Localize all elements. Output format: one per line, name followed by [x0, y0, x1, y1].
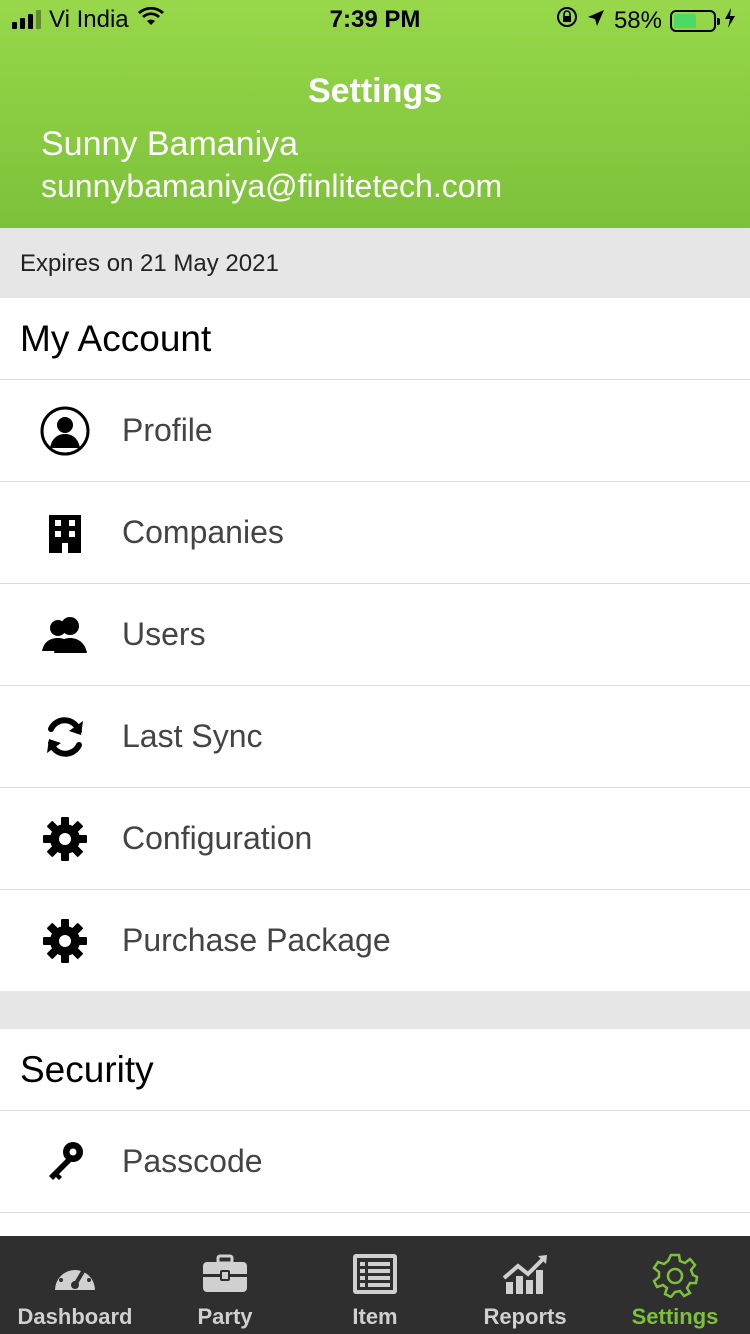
gear-icon: [0, 788, 122, 890]
tab-party[interactable]: Party: [150, 1236, 300, 1334]
gear-icon: [0, 890, 122, 992]
section-my-account-title: My Account: [0, 298, 750, 380]
row-configuration[interactable]: Configuration: [0, 788, 750, 890]
key-icon: [0, 1111, 122, 1213]
user-email: sunnybamaniya@finlitetech.com: [41, 168, 503, 204]
settings-header: Vi India 7:39 PM 58% Settings Sunny Bama…: [0, 0, 750, 228]
row-label: Passcode: [122, 1143, 263, 1179]
tab-label: Settings: [631, 1304, 719, 1329]
row-label: Last Sync: [122, 718, 263, 754]
row-profile[interactable]: Profile: [0, 380, 750, 482]
row-last-sync[interactable]: Last Sync: [0, 686, 750, 788]
bottom-tab-bar: Dashboard Party Item Reports Settings: [0, 1236, 750, 1334]
tab-settings[interactable]: Settings: [600, 1236, 750, 1334]
status-right: 58%: [556, 6, 736, 35]
row-label: Purchase Package: [122, 922, 391, 958]
gear-icon: [652, 1253, 699, 1298]
profile-icon: [0, 380, 122, 482]
section-security-title: Security: [0, 1029, 750, 1111]
speedometer-icon: [55, 1263, 95, 1290]
tab-item[interactable]: Item: [300, 1236, 450, 1334]
section-divider: [0, 991, 750, 1029]
row-label: Configuration: [122, 820, 313, 856]
tab-reports[interactable]: Reports: [450, 1236, 600, 1334]
user-name: Sunny Bamaniya: [41, 125, 299, 163]
expiry-notice: Expires on 21 May 2021: [0, 228, 750, 298]
briefcase-icon: [203, 1254, 247, 1292]
tab-label: Reports: [483, 1304, 567, 1329]
orientation-lock-icon: [556, 6, 578, 35]
charging-icon: [724, 7, 736, 35]
row-label: Companies: [122, 514, 284, 550]
location-icon: [586, 7, 606, 35]
battery-percent: 58%: [613, 6, 662, 34]
users-icon: [0, 584, 122, 686]
chart-icon: [502, 1255, 547, 1294]
tab-label: Item: [352, 1304, 398, 1329]
row-passcode[interactable]: Passcode: [0, 1111, 750, 1213]
row-label: Profile: [122, 412, 213, 448]
sync-icon: [0, 686, 122, 788]
tab-label: Party: [197, 1304, 253, 1329]
row-purchase-package[interactable]: Purchase Package: [0, 890, 750, 992]
tab-dashboard[interactable]: Dashboard: [0, 1236, 150, 1334]
row-label: Users: [122, 616, 206, 652]
row-companies[interactable]: Companies: [0, 482, 750, 584]
row-users[interactable]: Users: [0, 584, 750, 686]
tab-label: Dashboard: [17, 1304, 133, 1329]
battery-icon: [670, 9, 720, 32]
list-icon: [353, 1254, 397, 1294]
building-icon: [0, 482, 122, 584]
status-bar: Vi India 7:39 PM 58%: [0, 0, 750, 40]
page-title: Settings: [307, 72, 443, 110]
